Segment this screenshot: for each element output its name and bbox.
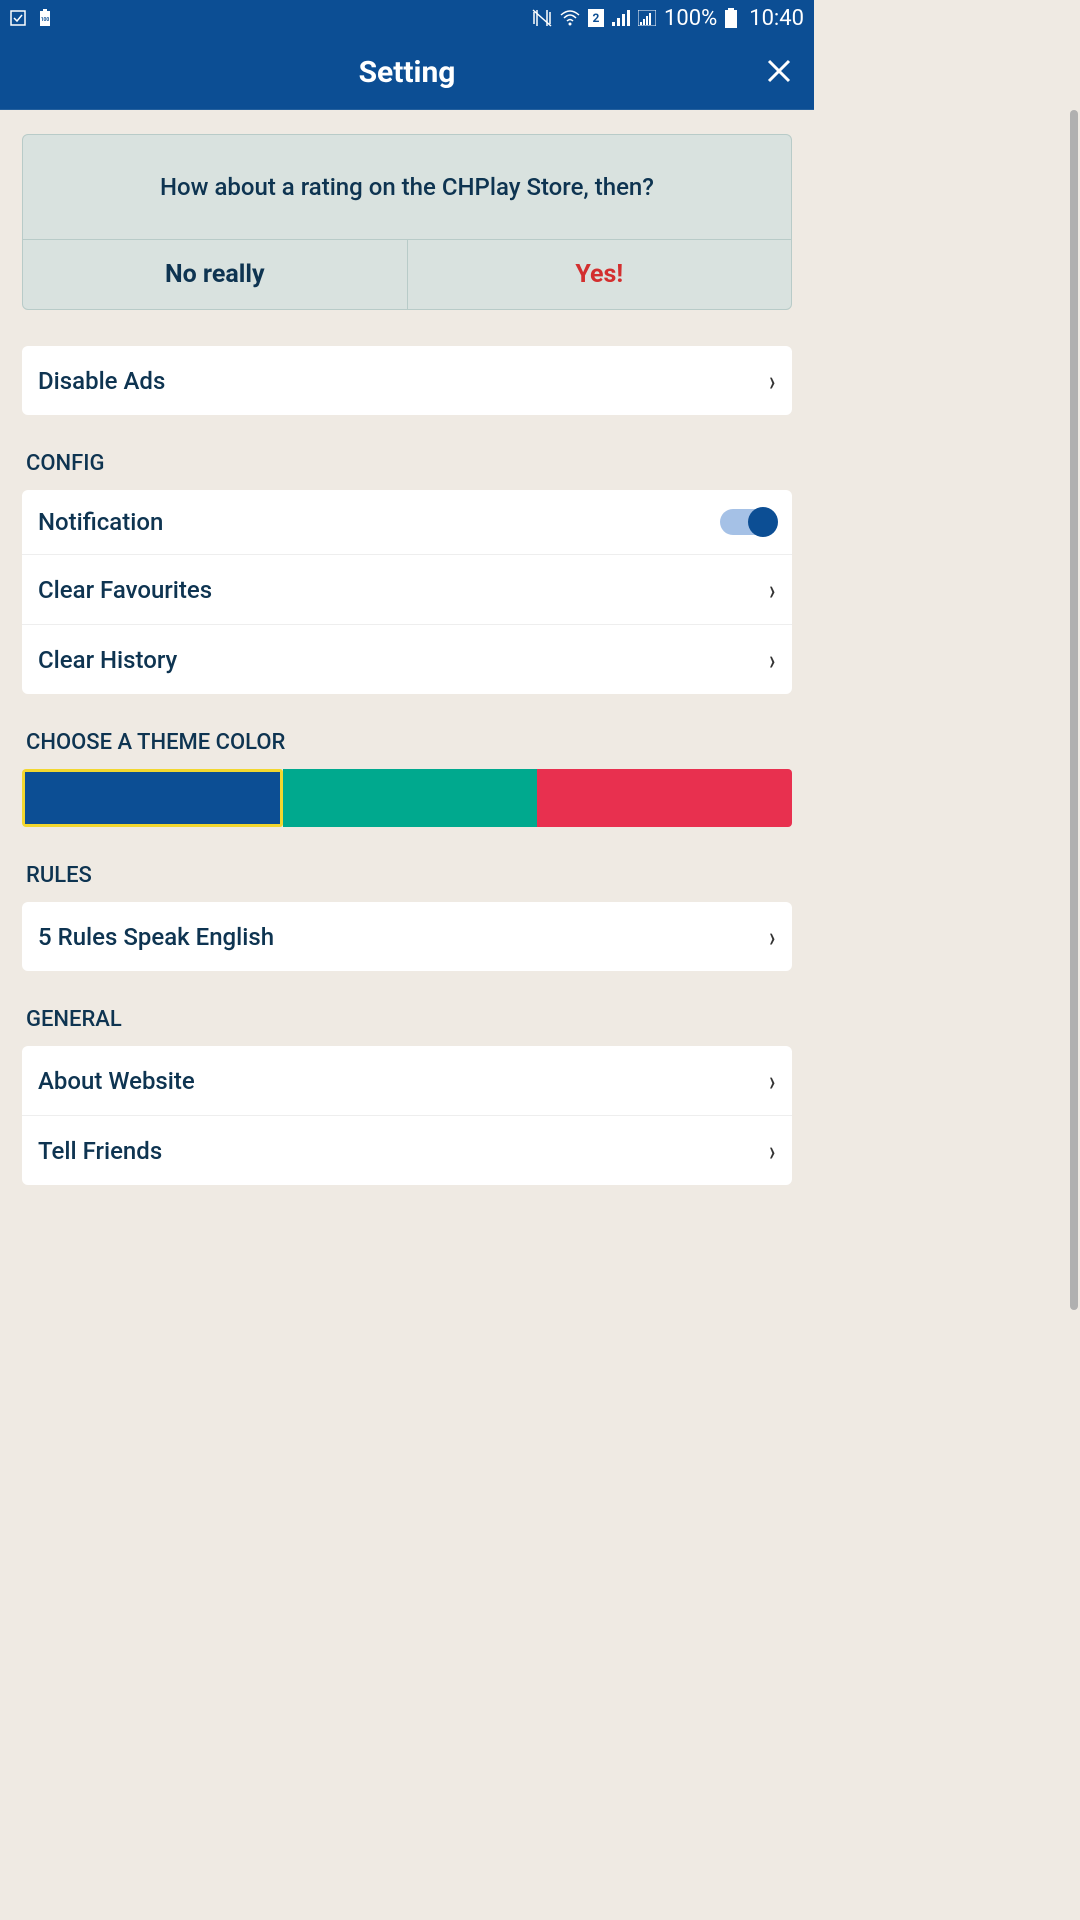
rules-section-header: RULES [22, 863, 792, 902]
theme-group: CHOOSE A THEME COLOR [22, 730, 792, 827]
close-button[interactable] [766, 54, 792, 92]
toggle-knob [748, 507, 778, 537]
theme-color-blue[interactable] [22, 769, 283, 827]
chevron-right-icon: › [769, 573, 775, 606]
general-group: GENERAL About Website › Tell Friends › [22, 1007, 792, 1185]
checkbox-icon [10, 10, 26, 26]
vibrate-icon [532, 9, 552, 27]
sim-2-icon: 2 [588, 9, 604, 27]
svg-text:100: 100 [41, 17, 50, 23]
signal-icon [612, 10, 630, 26]
about-website-item[interactable]: About Website › [22, 1046, 792, 1116]
rating-no-button[interactable]: No really [23, 240, 408, 309]
config-group: CONFIG Notification Clear Favourites › C… [22, 451, 792, 694]
theme-color-red[interactable] [537, 769, 792, 827]
wifi-icon [560, 10, 580, 26]
page-title: Setting [359, 55, 456, 90]
battery-percent: 100% [664, 6, 717, 31]
general-section-header: GENERAL [22, 1007, 792, 1046]
status-left: 100 [10, 9, 52, 27]
theme-color-teal[interactable] [283, 769, 538, 827]
rating-prompt-card: How about a rating on the CHPlay Store, … [22, 134, 792, 310]
signal-2-icon [638, 10, 656, 26]
battery-100-icon: 100 [38, 9, 52, 27]
disable-ads-label: Disable Ads [38, 367, 165, 395]
tell-friends-label: Tell Friends [38, 1137, 162, 1165]
chevron-right-icon: › [769, 920, 775, 953]
clear-favourites-label: Clear Favourites [38, 576, 212, 604]
clear-history-item[interactable]: Clear History › [22, 625, 792, 694]
scrollbar[interactable] [1070, 110, 1078, 1310]
status-bar: 100 2 100% 10:40 [0, 0, 814, 36]
chevron-right-icon: › [769, 1134, 775, 1167]
clear-favourites-item[interactable]: Clear Favourites › [22, 555, 792, 625]
app-header: Setting [0, 36, 814, 110]
theme-section-header: CHOOSE A THEME COLOR [22, 730, 792, 769]
notification-toggle[interactable] [720, 509, 776, 535]
rating-yes-button[interactable]: Yes! [408, 240, 792, 309]
rules-item[interactable]: 5 Rules Speak English › [22, 902, 792, 971]
about-website-label: About Website [38, 1067, 195, 1095]
rules-group: RULES 5 Rules Speak English › [22, 863, 792, 971]
config-section-header: CONFIG [22, 451, 792, 490]
clear-history-label: Clear History [38, 646, 177, 674]
notification-label: Notification [38, 508, 163, 536]
notification-item[interactable]: Notification [22, 490, 792, 555]
chevron-right-icon: › [769, 643, 775, 676]
theme-color-picker [22, 769, 792, 827]
status-time: 10:40 [749, 6, 804, 31]
battery-icon [725, 8, 737, 28]
status-right: 2 100% 10:40 [532, 6, 804, 31]
chevron-right-icon: › [769, 1064, 775, 1097]
rules-label: 5 Rules Speak English [38, 923, 274, 951]
close-icon [766, 58, 792, 84]
rating-buttons: No really Yes! [23, 240, 791, 309]
rating-prompt-text: How about a rating on the CHPlay Store, … [23, 135, 791, 240]
chevron-right-icon: › [769, 364, 775, 397]
disable-ads-group: Disable Ads › [22, 346, 792, 415]
tell-friends-item[interactable]: Tell Friends › [22, 1116, 792, 1185]
disable-ads-item[interactable]: Disable Ads › [22, 346, 792, 415]
